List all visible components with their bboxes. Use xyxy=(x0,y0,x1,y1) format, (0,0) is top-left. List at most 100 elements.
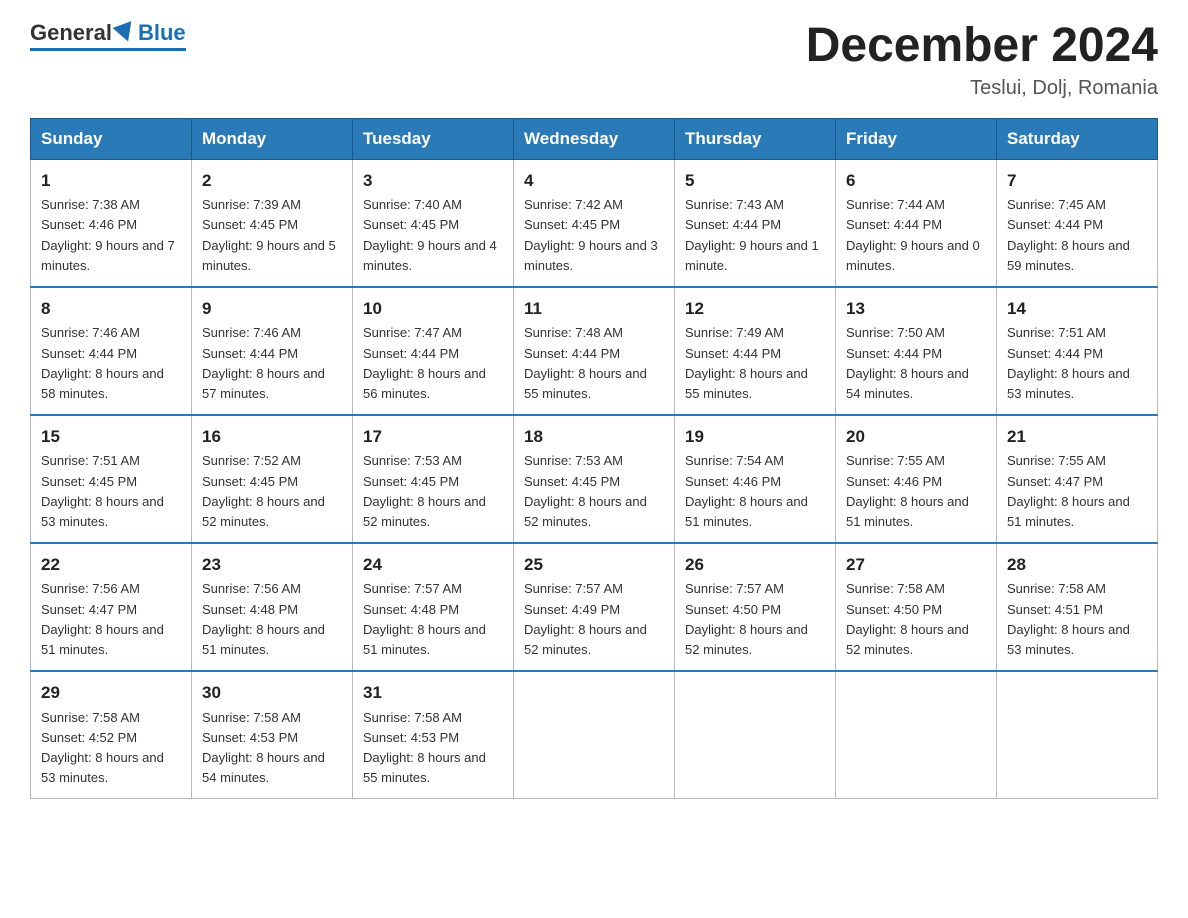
day-info: Sunrise: 7:56 AMSunset: 4:48 PMDaylight:… xyxy=(202,579,342,660)
day-number: 5 xyxy=(685,168,825,194)
calendar-cell: 19Sunrise: 7:54 AMSunset: 4:46 PMDayligh… xyxy=(675,415,836,543)
day-info: Sunrise: 7:56 AMSunset: 4:47 PMDaylight:… xyxy=(41,579,181,660)
day-number: 4 xyxy=(524,168,664,194)
day-number: 17 xyxy=(363,424,503,450)
calendar-cell: 26Sunrise: 7:57 AMSunset: 4:50 PMDayligh… xyxy=(675,543,836,671)
day-info: Sunrise: 7:46 AMSunset: 4:44 PMDaylight:… xyxy=(41,323,181,404)
day-info: Sunrise: 7:53 AMSunset: 4:45 PMDaylight:… xyxy=(524,451,664,532)
calendar-cell: 22Sunrise: 7:56 AMSunset: 4:47 PMDayligh… xyxy=(31,543,192,671)
day-info: Sunrise: 7:55 AMSunset: 4:47 PMDaylight:… xyxy=(1007,451,1147,532)
day-info: Sunrise: 7:52 AMSunset: 4:45 PMDaylight:… xyxy=(202,451,342,532)
day-number: 29 xyxy=(41,680,181,706)
day-number: 3 xyxy=(363,168,503,194)
calendar-cell: 25Sunrise: 7:57 AMSunset: 4:49 PMDayligh… xyxy=(514,543,675,671)
calendar-cell: 30Sunrise: 7:58 AMSunset: 4:53 PMDayligh… xyxy=(192,671,353,799)
calendar-week-row: 8Sunrise: 7:46 AMSunset: 4:44 PMDaylight… xyxy=(31,287,1158,415)
calendar-cell: 17Sunrise: 7:53 AMSunset: 4:45 PMDayligh… xyxy=(353,415,514,543)
day-info: Sunrise: 7:58 AMSunset: 4:53 PMDaylight:… xyxy=(363,708,503,789)
day-info: Sunrise: 7:57 AMSunset: 4:48 PMDaylight:… xyxy=(363,579,503,660)
calendar-cell: 27Sunrise: 7:58 AMSunset: 4:50 PMDayligh… xyxy=(836,543,997,671)
day-number: 14 xyxy=(1007,296,1147,322)
calendar-cell: 2Sunrise: 7:39 AMSunset: 4:45 PMDaylight… xyxy=(192,159,353,287)
day-number: 25 xyxy=(524,552,664,578)
column-header-tuesday: Tuesday xyxy=(353,118,514,159)
day-number: 30 xyxy=(202,680,342,706)
day-number: 8 xyxy=(41,296,181,322)
day-info: Sunrise: 7:42 AMSunset: 4:45 PMDaylight:… xyxy=(524,195,664,276)
calendar-week-row: 22Sunrise: 7:56 AMSunset: 4:47 PMDayligh… xyxy=(31,543,1158,671)
logo-triangle-icon xyxy=(112,21,137,45)
calendar-cell: 12Sunrise: 7:49 AMSunset: 4:44 PMDayligh… xyxy=(675,287,836,415)
column-header-thursday: Thursday xyxy=(675,118,836,159)
day-number: 15 xyxy=(41,424,181,450)
calendar-cell: 16Sunrise: 7:52 AMSunset: 4:45 PMDayligh… xyxy=(192,415,353,543)
calendar-cell: 23Sunrise: 7:56 AMSunset: 4:48 PMDayligh… xyxy=(192,543,353,671)
calendar-cell: 13Sunrise: 7:50 AMSunset: 4:44 PMDayligh… xyxy=(836,287,997,415)
day-number: 19 xyxy=(685,424,825,450)
logo-general-text: General xyxy=(30,20,112,46)
day-number: 9 xyxy=(202,296,342,322)
day-info: Sunrise: 7:51 AMSunset: 4:45 PMDaylight:… xyxy=(41,451,181,532)
calendar-cell: 31Sunrise: 7:58 AMSunset: 4:53 PMDayligh… xyxy=(353,671,514,799)
column-header-wednesday: Wednesday xyxy=(514,118,675,159)
calendar-cell: 3Sunrise: 7:40 AMSunset: 4:45 PMDaylight… xyxy=(353,159,514,287)
calendar-table: SundayMondayTuesdayWednesdayThursdayFrid… xyxy=(30,118,1158,799)
day-info: Sunrise: 7:38 AMSunset: 4:46 PMDaylight:… xyxy=(41,195,181,276)
day-info: Sunrise: 7:58 AMSunset: 4:50 PMDaylight:… xyxy=(846,579,986,660)
calendar-cell: 18Sunrise: 7:53 AMSunset: 4:45 PMDayligh… xyxy=(514,415,675,543)
calendar-cell: 1Sunrise: 7:38 AMSunset: 4:46 PMDaylight… xyxy=(31,159,192,287)
day-number: 24 xyxy=(363,552,503,578)
calendar-week-row: 15Sunrise: 7:51 AMSunset: 4:45 PMDayligh… xyxy=(31,415,1158,543)
calendar-cell xyxy=(836,671,997,799)
logo-blue-text: Blue xyxy=(138,20,186,46)
day-number: 26 xyxy=(685,552,825,578)
day-info: Sunrise: 7:48 AMSunset: 4:44 PMDaylight:… xyxy=(524,323,664,404)
calendar-week-row: 1Sunrise: 7:38 AMSunset: 4:46 PMDaylight… xyxy=(31,159,1158,287)
day-number: 12 xyxy=(685,296,825,322)
day-info: Sunrise: 7:40 AMSunset: 4:45 PMDaylight:… xyxy=(363,195,503,276)
calendar-cell xyxy=(675,671,836,799)
day-info: Sunrise: 7:43 AMSunset: 4:44 PMDaylight:… xyxy=(685,195,825,276)
day-number: 18 xyxy=(524,424,664,450)
calendar-cell: 10Sunrise: 7:47 AMSunset: 4:44 PMDayligh… xyxy=(353,287,514,415)
day-number: 13 xyxy=(846,296,986,322)
day-number: 11 xyxy=(524,296,664,322)
day-info: Sunrise: 7:49 AMSunset: 4:44 PMDaylight:… xyxy=(685,323,825,404)
calendar-cell: 24Sunrise: 7:57 AMSunset: 4:48 PMDayligh… xyxy=(353,543,514,671)
day-number: 16 xyxy=(202,424,342,450)
calendar-week-row: 29Sunrise: 7:58 AMSunset: 4:52 PMDayligh… xyxy=(31,671,1158,799)
day-info: Sunrise: 7:57 AMSunset: 4:49 PMDaylight:… xyxy=(524,579,664,660)
logo: General Blue xyxy=(30,20,186,51)
day-info: Sunrise: 7:58 AMSunset: 4:53 PMDaylight:… xyxy=(202,708,342,789)
day-info: Sunrise: 7:54 AMSunset: 4:46 PMDaylight:… xyxy=(685,451,825,532)
column-header-friday: Friday xyxy=(836,118,997,159)
day-number: 2 xyxy=(202,168,342,194)
day-info: Sunrise: 7:44 AMSunset: 4:44 PMDaylight:… xyxy=(846,195,986,276)
calendar-cell: 9Sunrise: 7:46 AMSunset: 4:44 PMDaylight… xyxy=(192,287,353,415)
day-info: Sunrise: 7:58 AMSunset: 4:52 PMDaylight:… xyxy=(41,708,181,789)
column-header-monday: Monday xyxy=(192,118,353,159)
day-info: Sunrise: 7:47 AMSunset: 4:44 PMDaylight:… xyxy=(363,323,503,404)
day-info: Sunrise: 7:45 AMSunset: 4:44 PMDaylight:… xyxy=(1007,195,1147,276)
logo-underline xyxy=(30,48,186,51)
day-number: 6 xyxy=(846,168,986,194)
day-number: 10 xyxy=(363,296,503,322)
day-number: 31 xyxy=(363,680,503,706)
calendar-cell: 28Sunrise: 7:58 AMSunset: 4:51 PMDayligh… xyxy=(997,543,1158,671)
calendar-cell: 29Sunrise: 7:58 AMSunset: 4:52 PMDayligh… xyxy=(31,671,192,799)
day-info: Sunrise: 7:51 AMSunset: 4:44 PMDaylight:… xyxy=(1007,323,1147,404)
day-number: 22 xyxy=(41,552,181,578)
day-info: Sunrise: 7:57 AMSunset: 4:50 PMDaylight:… xyxy=(685,579,825,660)
day-info: Sunrise: 7:55 AMSunset: 4:46 PMDaylight:… xyxy=(846,451,986,532)
day-number: 1 xyxy=(41,168,181,194)
calendar-cell xyxy=(997,671,1158,799)
calendar-cell: 5Sunrise: 7:43 AMSunset: 4:44 PMDaylight… xyxy=(675,159,836,287)
calendar-cell: 8Sunrise: 7:46 AMSunset: 4:44 PMDaylight… xyxy=(31,287,192,415)
day-number: 21 xyxy=(1007,424,1147,450)
calendar-header-row: SundayMondayTuesdayWednesdayThursdayFrid… xyxy=(31,118,1158,159)
day-info: Sunrise: 7:50 AMSunset: 4:44 PMDaylight:… xyxy=(846,323,986,404)
calendar-cell: 15Sunrise: 7:51 AMSunset: 4:45 PMDayligh… xyxy=(31,415,192,543)
day-number: 28 xyxy=(1007,552,1147,578)
column-header-saturday: Saturday xyxy=(997,118,1158,159)
calendar-cell: 14Sunrise: 7:51 AMSunset: 4:44 PMDayligh… xyxy=(997,287,1158,415)
